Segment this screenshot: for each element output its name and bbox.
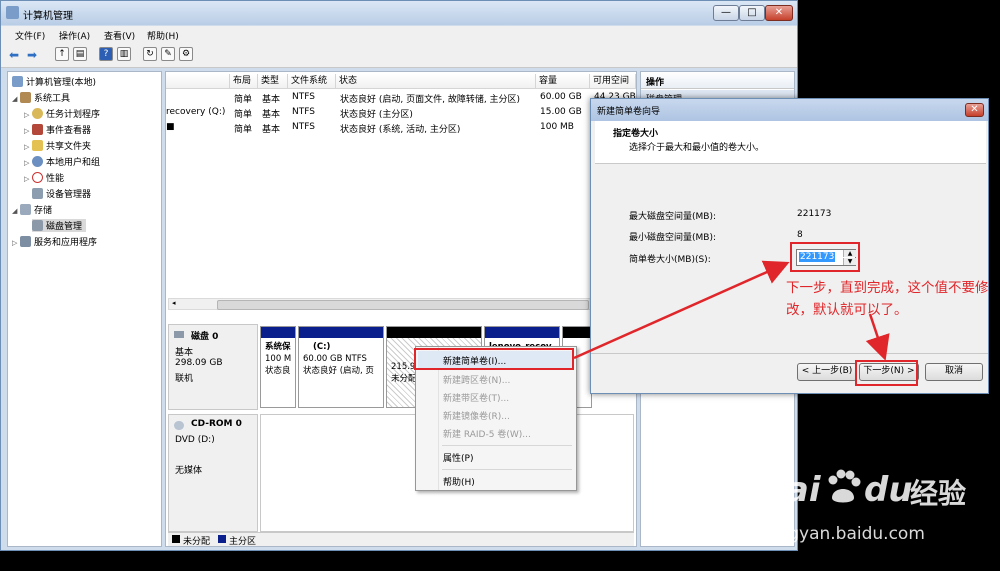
watermark-url: jingyan.baidu.com (768, 524, 925, 544)
paw-logo-icon (824, 468, 862, 506)
watermark-brand-2: du (864, 470, 913, 510)
annotation-text: 下一步，直到完成，这个值不要修改，默认就可以了。 (786, 280, 989, 318)
baidu-watermark: Bai du 经验 jingyan.baidu.com (760, 462, 990, 562)
watermark-brand-cn: 经验 (910, 477, 967, 510)
arrow-to-size-box (573, 260, 790, 360)
watermark-brand: Bai (760, 470, 821, 510)
